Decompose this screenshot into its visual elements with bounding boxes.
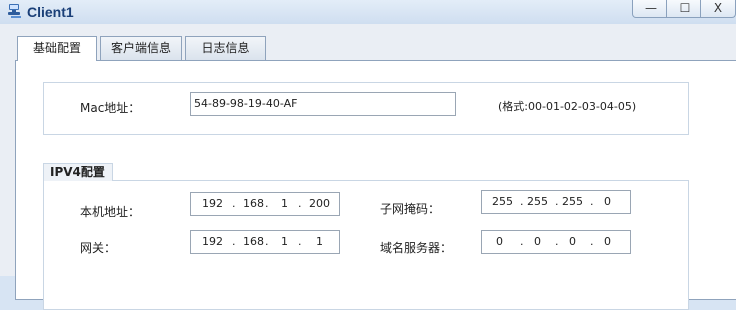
dns-server-input[interactable]: 0 . 0 . 0 . 0 [481,230,631,254]
ip-dot: . [265,197,269,210]
ip-octet: 255 [492,195,513,208]
ip-octet: 1 [281,235,288,248]
ip-octet: 0 [569,235,576,248]
ip-octet: 168 [243,235,264,248]
ip-octet: 200 [309,197,330,210]
mac-group: Mac地址： 54-89-98-19-40-AF (格式:00-01-02-03… [43,82,689,135]
ip-dot: . [232,197,236,210]
subnet-mask-label: 子网掩码： [380,202,441,216]
ip-dot: . [590,235,594,248]
gateway-input[interactable]: 192 . 168 . 1 . 1 [190,230,340,254]
local-ip-input[interactable]: 192 . 168 . 1 . 200 [190,192,340,216]
ip-octet: 0 [534,235,541,248]
ip-dot: . [298,235,302,248]
ip-octet: 255 [562,195,583,208]
ip-dot: . [298,197,302,210]
ip-dot: . [590,195,594,208]
ip-dot: . [555,235,559,248]
main-area: 基础配置 客户端信息 日志信息 Mac地址： 54-89-98-19-40-AF… [0,24,736,310]
ip-dot: . [265,235,269,248]
ipv4-section-title: IPV4配置 [43,163,113,181]
close-button[interactable]: X [700,0,736,18]
ip-octet: 0 [604,195,611,208]
ip-dot: . [520,235,524,248]
ip-octet: 192 [202,197,223,210]
ip-dot: . [555,195,559,208]
local-ip-label: 本机地址： [80,205,141,219]
ipv4-group: 本机地址： 192 . 168 . 1 . 200 子网掩码： 255 . 25… [43,180,689,310]
tab-content-panel: Mac地址： 54-89-98-19-40-AF (格式:00-01-02-03… [15,60,736,310]
ip-octet: 1 [281,197,288,210]
ip-octet: 255 [527,195,548,208]
ip-octet: 1 [316,235,323,248]
ip-octet: 168 [243,197,264,210]
client-app-icon [8,4,21,18]
mac-address-input[interactable]: 54-89-98-19-40-AF [190,92,456,116]
ip-octet: 0 [496,235,503,248]
mac-format-hint: (格式:00-01-02-03-04-05) [498,100,637,113]
ip-dot: . [520,195,524,208]
dns-server-label: 域名服务器： [380,241,453,255]
title-bar: Client1 — ☐ X [0,0,736,24]
mac-label: Mac地址： [80,101,141,115]
ip-dot: . [232,235,236,248]
tab-client-info[interactable]: 客户端信息 [100,36,182,60]
tab-basic-config[interactable]: 基础配置 [17,36,97,61]
gateway-label: 网关： [80,241,117,255]
tab-log-info[interactable]: 日志信息 [185,36,266,60]
ip-octet: 0 [604,235,611,248]
minimize-button[interactable]: — [632,0,670,18]
ip-octet: 192 [202,235,223,248]
subnet-mask-input[interactable]: 255 . 255 . 255 . 0 [481,190,631,214]
window-title: Client1 [27,4,74,20]
maximize-button[interactable]: ☐ [666,0,704,18]
